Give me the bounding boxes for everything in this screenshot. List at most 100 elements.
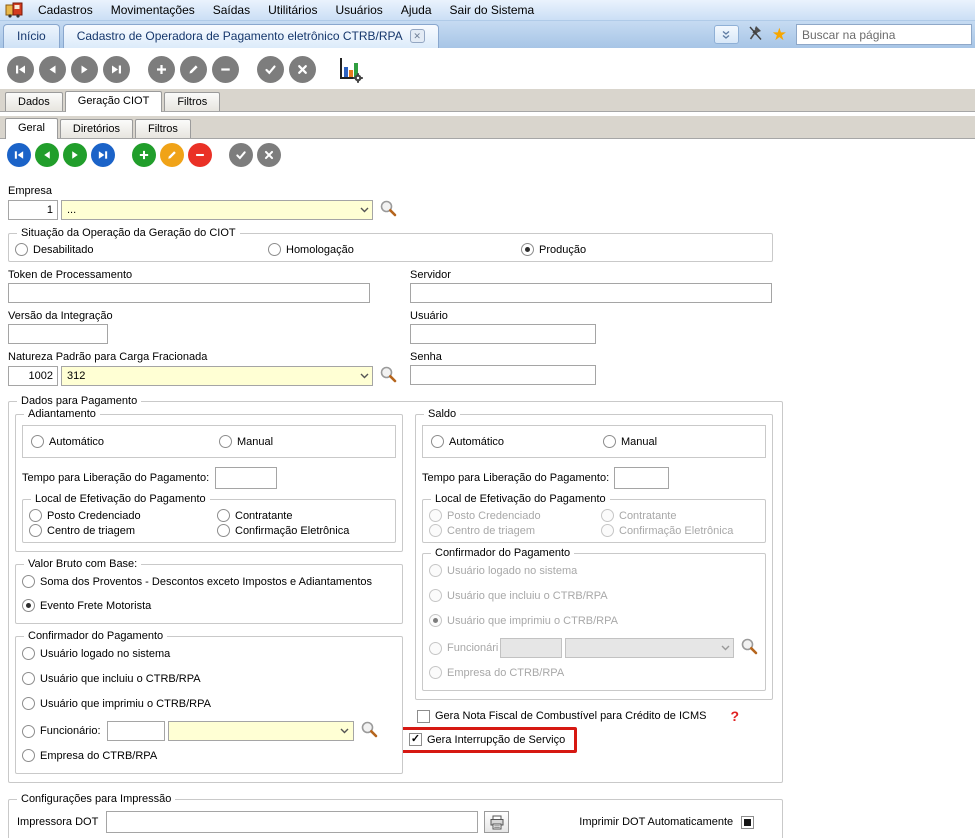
servidor-input[interactable]	[410, 283, 772, 303]
last-record-button[interactable]	[103, 55, 130, 83]
delete-button-inner[interactable]	[188, 143, 212, 167]
radio-evento-frete[interactable]: Evento Frete Motorista	[22, 599, 151, 612]
dropdown-arrow-icon[interactable]	[356, 367, 372, 385]
radio-usuario-incluiu[interactable]: Usuário que incluiu o CTRB/RPA	[22, 672, 201, 685]
confirm-button-inner[interactable]	[229, 143, 253, 167]
pencil-icon	[189, 64, 198, 73]
radio-saldo-automatico[interactable]: Automático	[431, 435, 603, 448]
prev-record-button-inner[interactable]	[35, 143, 59, 167]
checkbox-imprimir-dot-auto[interactable]	[741, 815, 755, 829]
pencil-icon	[168, 151, 176, 159]
usuario-label: Usuário	[410, 310, 448, 322]
menu-usuarios[interactable]: Usuários	[326, 2, 391, 19]
search-magnifier-icon[interactable]	[360, 720, 379, 742]
radio-producao[interactable]: Produção	[521, 243, 586, 256]
radio-soma-proventos[interactable]: Soma dos Proventos - Descontos exceto Im…	[22, 575, 372, 588]
radio-funcionario[interactable]: Funcionário:	[22, 724, 101, 738]
tempo-liberacao-input[interactable]	[215, 467, 278, 489]
search-input[interactable]	[796, 24, 972, 45]
local-efetivacao-title: Local de Efetivação do Pagamento	[31, 493, 210, 505]
saldo-tempo-label: Tempo para Liberação do Pagamento:	[422, 472, 610, 484]
last-record-button-inner[interactable]	[91, 143, 115, 167]
radio-adiant-manual[interactable]: Manual	[219, 435, 273, 448]
edit-button-inner[interactable]	[160, 143, 184, 167]
search-magnifier-icon[interactable]	[740, 637, 759, 659]
menu-sair[interactable]: Sair do Sistema	[441, 2, 544, 19]
radio-saldo-manual[interactable]: Manual	[603, 435, 657, 448]
natureza-code-input[interactable]	[8, 366, 58, 386]
saldo-tempo-input[interactable]	[614, 467, 670, 489]
close-icon[interactable]: ✕	[409, 29, 425, 43]
menu-saidas[interactable]: Saídas	[204, 2, 259, 19]
radio-adiant-automatico[interactable]: Automático	[31, 435, 219, 448]
report-chart-button[interactable]	[334, 55, 366, 83]
next-record-button[interactable]	[71, 55, 98, 83]
radio-posto-credenciado[interactable]: Posto Credenciado	[29, 509, 217, 522]
radio-usuario-logado[interactable]: Usuário logado no sistema	[22, 647, 170, 660]
menu-cadastros[interactable]: Cadastros	[29, 2, 102, 19]
empresa-code-input[interactable]	[8, 200, 58, 220]
favorite-star-icon[interactable]: ★	[772, 26, 787, 43]
radio-usuario-imprimiu[interactable]: Usuário que imprimiu o CTRB/RPA	[22, 697, 211, 710]
checkbox-gera-nota-icms[interactable]: Gera Nota Fiscal de Combustível para Cré…	[417, 709, 706, 723]
tab-filtros-outer[interactable]: Filtros	[164, 92, 221, 111]
tab-diretorios[interactable]: Diretórios	[59, 119, 133, 138]
radio-saldo-usuario-logado: Usuário logado no sistema	[429, 564, 577, 577]
empresa-combo[interactable]: ...	[61, 200, 373, 220]
radio-contratante[interactable]: Contratante	[217, 509, 292, 522]
dropdown-arrow-icon[interactable]	[356, 201, 372, 219]
confirm-button[interactable]	[257, 55, 284, 83]
prev-record-button[interactable]	[39, 55, 66, 83]
funcionario-code-input[interactable]	[106, 721, 165, 741]
dropdown-arrow-icon[interactable]	[337, 722, 353, 740]
add-button-inner[interactable]	[132, 143, 156, 167]
next-record-button-inner[interactable]	[63, 143, 87, 167]
radio-empresa-ctrb[interactable]: Empresa do CTRB/RPA	[22, 749, 157, 762]
first-record-button[interactable]	[7, 55, 34, 83]
help-question-icon[interactable]: ?	[730, 708, 739, 724]
chart-gear-icon	[340, 58, 363, 83]
next-record-icon	[72, 151, 78, 159]
natureza-combo-value: 312	[67, 370, 86, 382]
tab-cadastro-operadora[interactable]: Cadastro de Operadora de Pagamento eletr…	[62, 24, 439, 48]
natureza-combo[interactable]: 312	[61, 366, 373, 386]
tab-dados-label: Dados	[18, 96, 50, 108]
versao-input[interactable]	[8, 324, 108, 344]
tab-geral[interactable]: Geral	[5, 118, 58, 139]
tab-filtros-inner-label: Filtros	[147, 123, 178, 135]
radio-homologacao[interactable]: Homologação	[268, 243, 521, 256]
tab-filtros-inner[interactable]: Filtros	[134, 119, 191, 138]
token-input[interactable]	[8, 283, 370, 303]
printer-button[interactable]	[484, 811, 510, 833]
menu-movimentacoes[interactable]: Movimentações	[102, 2, 204, 19]
chevron-down-icon[interactable]	[713, 25, 739, 44]
checkbox-checked-box	[409, 733, 422, 746]
usuario-input[interactable]	[410, 324, 596, 344]
delete-record-button[interactable]	[212, 55, 239, 83]
impressora-dot-input[interactable]	[106, 811, 479, 833]
senha-input[interactable]	[410, 365, 596, 385]
pin-slash-icon[interactable]	[748, 25, 763, 44]
edit-record-button[interactable]	[180, 55, 207, 83]
checkbox-gera-interrupcao[interactable]: Gera Interrupção de Serviço	[409, 733, 565, 746]
funcionario-combo[interactable]	[167, 721, 354, 741]
search-magnifier-icon[interactable]	[379, 199, 398, 221]
tab-dados[interactable]: Dados	[5, 92, 63, 111]
menu-ajuda[interactable]: Ajuda	[392, 2, 441, 19]
radio-confirmacao-eletronica[interactable]: Confirmação Eletrônica	[217, 524, 349, 537]
radio-desabilitado[interactable]: Desabilitado	[15, 243, 268, 256]
cancel-button-inner[interactable]	[257, 143, 281, 167]
cancel-button[interactable]	[289, 55, 316, 83]
tab-geracao-ciot[interactable]: Geração CIOT	[64, 91, 163, 112]
search-magnifier-icon[interactable]	[379, 365, 398, 387]
tab-inicio[interactable]: Início	[3, 24, 60, 48]
menu-utilitarios[interactable]: Utilitários	[259, 2, 326, 19]
tab-filtros-outer-label: Filtros	[177, 96, 208, 108]
first-record-button-inner[interactable]	[7, 143, 31, 167]
saldo-local-title: Local de Efetivação do Pagamento	[431, 493, 610, 505]
add-record-button[interactable]	[148, 55, 175, 83]
saldo-confirmador-groupbox: Confirmador do Pagamento Usuário logado …	[422, 547, 766, 691]
radio-centro-triagem[interactable]: Centro de triagem	[29, 524, 217, 537]
impressao-title: Configurações para Impressão	[17, 793, 176, 805]
radio-saldo-contratante: Contratante	[601, 509, 676, 522]
